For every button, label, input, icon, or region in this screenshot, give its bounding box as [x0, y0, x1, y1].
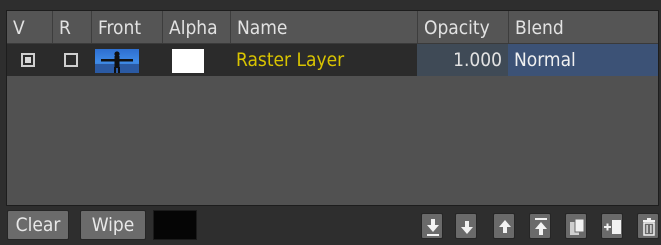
render-cell: [52, 44, 91, 76]
front-thumbnail[interactable]: [95, 49, 139, 73]
blend-cell[interactable]: Normal: [508, 44, 658, 77]
alpha-thumbnail[interactable]: [172, 49, 204, 73]
opacity-cell[interactable]: 1.000: [417, 44, 508, 76]
move-down-icon[interactable]: [455, 213, 477, 239]
column-header-name[interactable]: Name: [230, 11, 417, 43]
move-to-top-icon[interactable]: [529, 213, 551, 239]
column-header-blend[interactable]: Blend: [508, 11, 658, 43]
layer-name[interactable]: Raster Layer: [236, 44, 344, 77]
layer-panel: V R Front Alpha Name Opacity Blend Raste…: [6, 10, 659, 206]
wipe-color-swatch[interactable]: [153, 210, 197, 240]
figure-thumbnail-image: [95, 51, 139, 73]
layer-opacity-value[interactable]: 1.000: [453, 44, 502, 77]
layer-toolbar: Clear Wipe: [0, 206, 661, 245]
visible-cell: [7, 44, 52, 76]
column-header-v[interactable]: V: [7, 11, 33, 43]
move-to-bottom-icon[interactable]: [421, 213, 443, 239]
column-header-front[interactable]: Front: [91, 11, 162, 43]
column-header-r[interactable]: R: [52, 11, 91, 43]
clear-button[interactable]: Clear: [7, 210, 69, 240]
layer-row[interactable]: Raster Layer 1.000 Normal: [7, 44, 658, 76]
delete-layer-icon[interactable]: [637, 213, 659, 239]
layer-blend-mode[interactable]: Normal: [514, 44, 576, 77]
layer-table-header: V R Front Alpha Name Opacity Blend: [7, 11, 658, 44]
move-up-icon[interactable]: [493, 213, 515, 239]
name-cell: Raster Layer: [230, 44, 417, 76]
duplicate-layer-icon[interactable]: [565, 213, 587, 239]
add-layer-icon[interactable]: [601, 213, 623, 239]
front-cell: [91, 44, 162, 76]
visible-checkbox[interactable]: [21, 53, 35, 67]
render-checkbox[interactable]: [64, 53, 78, 67]
wipe-button[interactable]: Wipe: [80, 210, 146, 240]
column-header-opacity[interactable]: Opacity: [417, 11, 508, 43]
alpha-cell: [162, 44, 230, 76]
column-header-alpha[interactable]: Alpha: [162, 11, 230, 43]
